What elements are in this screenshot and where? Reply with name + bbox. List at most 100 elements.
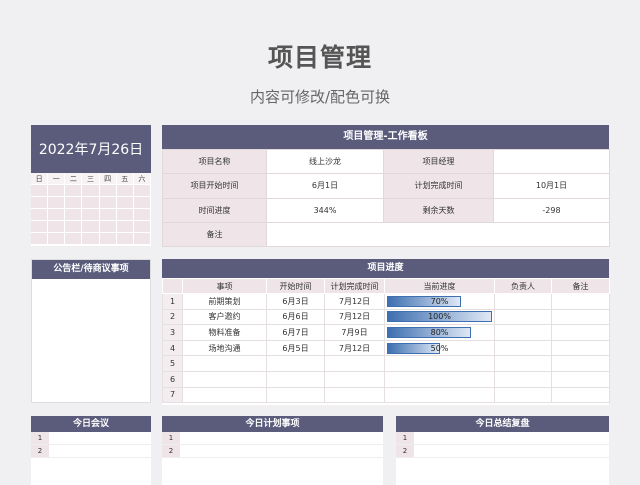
calendar-cell[interactable] <box>133 233 151 245</box>
owner-cell <box>494 355 552 372</box>
start-cell <box>266 370 325 388</box>
row-number: 1 <box>162 293 183 310</box>
calendar-cell[interactable] <box>82 209 100 221</box>
row-number: 1 <box>162 432 180 444</box>
row-number: 4 <box>162 339 183 357</box>
calendar-cell[interactable] <box>116 209 134 221</box>
list-item[interactable]: 2 <box>396 445 609 458</box>
calendar-cell[interactable] <box>65 233 83 245</box>
calendar-cell[interactable] <box>31 209 49 221</box>
row-number: 5 <box>162 355 183 372</box>
column-header: 当前进度 <box>384 278 495 294</box>
list-item[interactable]: 1 <box>31 432 151 445</box>
calendar-cell[interactable] <box>82 233 100 245</box>
item-cell <box>182 386 267 404</box>
calendar-cell[interactable] <box>133 209 151 221</box>
start-value[interactable]: 6月1日 <box>266 173 384 199</box>
start-cell: 6月7日 <box>266 324 325 341</box>
column-header: 负责人 <box>494 278 552 294</box>
table-row[interactable]: 5 <box>162 355 610 372</box>
calendar-cell[interactable] <box>48 197 66 209</box>
calendar-panel: 2022年7月26日 日一二三四五六 <box>31 125 151 246</box>
progress-panel: 项目进度 事项 开始时间 计划完成时间 当前进度 负责人 备注 1 前期策划 6月3日 7月12… <box>162 259 610 405</box>
table-row[interactable]: 6 <box>162 370 610 388</box>
note-cell <box>551 339 610 357</box>
plan-end-label: 计划完成时间 <box>383 173 494 199</box>
owner-cell <box>494 293 552 310</box>
calendar-cell[interactable] <box>116 185 134 197</box>
calendar-cell[interactable] <box>99 197 117 209</box>
progress-cell <box>384 370 495 388</box>
list-item[interactable]: 1 <box>396 432 609 445</box>
table-row[interactable]: 2 客户邀约 6月6日 7月12日 100% <box>162 308 610 326</box>
calendar-cell[interactable] <box>82 221 100 233</box>
calendar-cell[interactable] <box>48 185 66 197</box>
owner-cell <box>494 386 552 404</box>
calendar-cell[interactable] <box>65 185 83 197</box>
weekday-label: 五 <box>116 173 134 185</box>
calendar-cell[interactable] <box>99 209 117 221</box>
progress-cell: 80% <box>384 324 495 341</box>
calendar-cell[interactable] <box>99 233 117 245</box>
progress-cell <box>384 386 495 404</box>
owner-cell <box>494 370 552 388</box>
end-cell: 7月12日 <box>324 308 385 326</box>
weekday-label: 四 <box>99 173 117 185</box>
calendar-cell[interactable] <box>48 209 66 221</box>
item-cell: 前期策划 <box>182 293 267 310</box>
column-header: 备注 <box>551 278 610 294</box>
notice-panel: 公告栏/待商议事项 <box>31 259 151 403</box>
end-cell <box>324 386 385 404</box>
table-row[interactable]: 1 前期策划 6月3日 7月12日 70% <box>162 293 610 310</box>
calendar-cell[interactable] <box>48 221 66 233</box>
item-cell: 物料准备 <box>182 324 267 341</box>
calendar-cell[interactable] <box>133 221 151 233</box>
calendar-cell[interactable] <box>65 197 83 209</box>
list-item[interactable]: 2 <box>31 445 151 458</box>
progress-label: 时间进度 <box>162 197 267 223</box>
list-item[interactable]: 2 <box>162 445 383 458</box>
row-number: 2 <box>396 445 414 457</box>
calendar-cell[interactable] <box>65 221 83 233</box>
page-title: 项目管理 <box>267 43 372 72</box>
row-number: 6 <box>162 370 183 388</box>
calendar-cell[interactable] <box>116 197 134 209</box>
calendar-cell[interactable] <box>116 233 134 245</box>
column-header: 计划完成时间 <box>324 278 385 294</box>
summary-title: 今日总结复盘 <box>396 416 609 432</box>
owner-cell <box>494 339 552 357</box>
table-row[interactable]: 7 <box>162 386 610 404</box>
calendar-cell[interactable] <box>48 233 66 245</box>
calendar-cell[interactable] <box>133 197 151 209</box>
meeting-panel: 今日会议 1 2 <box>31 416 151 485</box>
start-cell: 6月3日 <box>266 293 325 310</box>
plan-end-value[interactable]: 10月1日 <box>493 173 610 199</box>
item-cell: 场地沟通 <box>182 339 267 357</box>
note-label: 备注 <box>162 221 267 248</box>
calendar-cell[interactable] <box>31 221 49 233</box>
manager-value[interactable] <box>493 148 610 175</box>
calendar-cell[interactable] <box>99 221 117 233</box>
table-row[interactable]: 4 场地沟通 6月5日 7月12日 50% <box>162 339 610 357</box>
note-cell <box>551 386 610 404</box>
item-cell <box>182 355 267 372</box>
calendar-cell[interactable] <box>31 185 49 197</box>
note-value[interactable] <box>266 221 610 248</box>
row-number: 1 <box>31 432 49 444</box>
calendar-date: 2022年7月26日 <box>31 125 151 173</box>
end-cell <box>324 370 385 388</box>
calendar-cell[interactable] <box>99 185 117 197</box>
list-item[interactable]: 1 <box>162 432 383 445</box>
weekday-label: 二 <box>65 173 83 185</box>
calendar-cell[interactable] <box>31 233 49 245</box>
row-number: 3 <box>162 324 183 341</box>
calendar-cell[interactable] <box>82 185 100 197</box>
calendar-cell[interactable] <box>133 185 151 197</box>
table-row[interactable]: 3 物料准备 6月7日 7月9日 80% <box>162 324 610 341</box>
calendar-cell[interactable] <box>116 221 134 233</box>
row-number: 2 <box>31 445 49 457</box>
calendar-cell[interactable] <box>65 209 83 221</box>
project-name-value[interactable]: 线上沙龙 <box>266 148 384 175</box>
calendar-cell[interactable] <box>31 197 49 209</box>
calendar-cell[interactable] <box>82 197 100 209</box>
